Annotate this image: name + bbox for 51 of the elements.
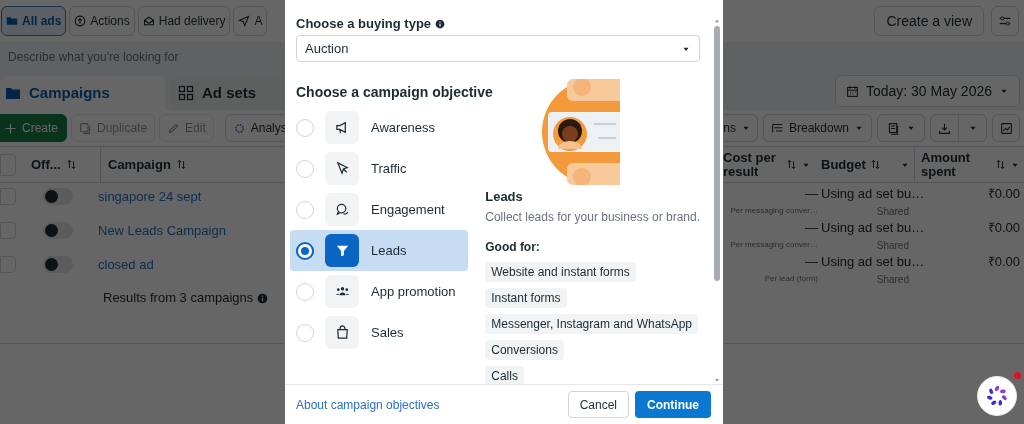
table-cell-text: — [805, 219, 818, 237]
table-cell-text: — [805, 185, 818, 203]
table-cell-text: ₹0.00 [987, 253, 1020, 271]
objective-option[interactable]: Leads [290, 230, 469, 271]
column-header[interactable]: Cost per result [723, 150, 782, 179]
objective-option[interactable]: Sales [290, 312, 469, 353]
objective-option[interactable]: Traffic [290, 148, 469, 189]
date-range-button[interactable]: Today: 30 May 2026 [834, 75, 1020, 107]
campaign-link[interactable]: closed ad [98, 255, 154, 275]
table-cell-text: Using ad set bu… [821, 219, 925, 237]
use-case-tag: Calls [485, 365, 524, 384]
learn-more-link[interactable]: About campaign objectives [296, 395, 440, 414]
cell-note: Shared [876, 204, 909, 219]
table-cell-text: Using ad set bu… [821, 253, 925, 271]
action-button[interactable]: Create [0, 114, 68, 142]
results-summary: Results from 3 campaigns [103, 289, 254, 308]
continue-button[interactable]: Continue [635, 391, 711, 418]
campaign-link[interactable]: singapore 24 sept [98, 187, 202, 207]
column-header[interactable]: Amount spent [921, 150, 991, 179]
field-label: Choose a buying type [296, 14, 432, 33]
detail-description: Collect leads for your business or brand. [485, 208, 700, 226]
use-case-tag: Website and instant forms [485, 261, 636, 282]
use-case-tag: Instant forms [485, 287, 567, 308]
table-cell-text: ₹0.00 [987, 185, 1020, 203]
dropdown-button[interactable]: ns [723, 114, 758, 142]
table-cell-text: ₹0.00 [987, 219, 1020, 237]
table-cell-text: — [805, 253, 818, 271]
filter-button[interactable]: All ads [1, 6, 67, 36]
create-view-button[interactable]: Create a view [874, 6, 984, 36]
table-cell-text: Using ad set bu… [821, 185, 925, 203]
detail-title: Leads [485, 188, 524, 206]
dropdown-button[interactable]: Breakdown [762, 114, 872, 142]
column-header[interactable]: Budget [821, 157, 866, 172]
cell-note: Shared [876, 272, 909, 287]
objective-option[interactable]: Awareness [290, 107, 469, 148]
column-header[interactable]: Off... [31, 154, 61, 175]
use-case-tag: Conversions [485, 339, 564, 360]
buying-type-select[interactable]: Auction [296, 35, 700, 62]
filter-button[interactable]: Had delivery [137, 6, 231, 36]
section-heading: Choose a campaign objective [296, 84, 494, 100]
cell-note: Shared [876, 238, 909, 253]
campaign-link[interactable]: New Leads Campaign [98, 221, 226, 241]
tab[interactable]: Campaigns [0, 76, 165, 110]
column-header[interactable]: Campaign [108, 154, 171, 175]
objective-option[interactable]: Engagement [290, 189, 469, 230]
use-case-tag: Messenger, Instagram and WhatsApp [485, 313, 698, 334]
filter-button[interactable]: Actions [69, 6, 135, 36]
cancel-button[interactable]: Cancel [567, 391, 629, 418]
good-for-label: Good for: [485, 238, 541, 256]
objective-option[interactable]: App promotion [290, 271, 469, 312]
filter-button[interactable]: A [233, 6, 268, 36]
